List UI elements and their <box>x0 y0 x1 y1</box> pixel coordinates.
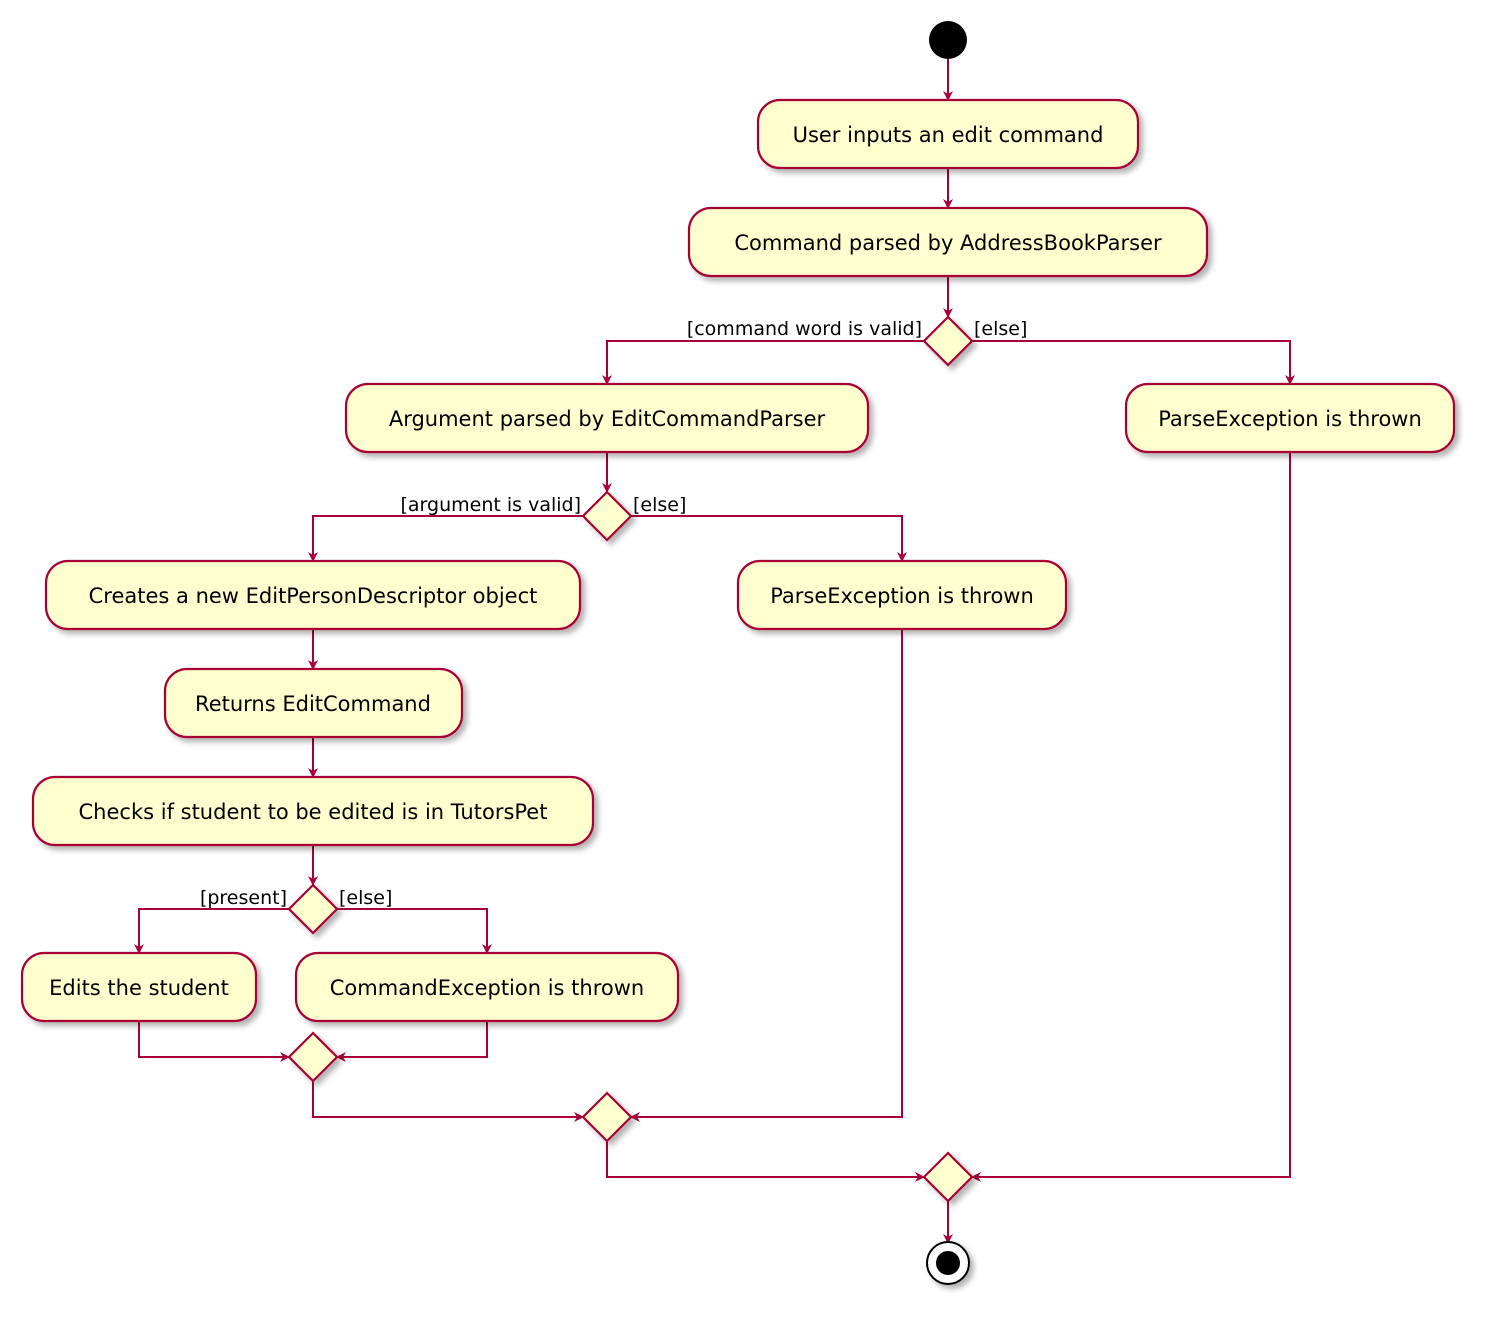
decision-argument <box>581 490 633 542</box>
end-node <box>926 1241 970 1285</box>
guard-label: [command word is valid] <box>687 318 922 340</box>
merge-node-1 <box>287 1031 339 1083</box>
activity-parse-exception-2: ParseException is thrown <box>736 559 1068 631</box>
guard-label: [else] <box>339 887 392 909</box>
activity-label: Edits the student <box>49 976 229 1000</box>
merge-node-2 <box>581 1091 633 1143</box>
activity-creates-descriptor: Creates a new EditPersonDescriptor objec… <box>44 559 582 631</box>
decision-present <box>287 883 339 935</box>
activity-argument-parsed: Argument parsed by EditCommandParser <box>344 382 870 454</box>
merge-node-3 <box>922 1151 974 1203</box>
activity-diagram: User inputs an edit command Command pars… <box>20 21 1456 1285</box>
activity-label: User inputs an edit command <box>793 123 1104 147</box>
guard-label: [argument is valid] <box>401 494 582 516</box>
activity-returns-command: Returns EditCommand <box>163 667 464 739</box>
activity-label: ParseException is thrown <box>770 584 1034 608</box>
decision-command-word <box>922 315 974 367</box>
activity-edits-student: Edits the student <box>20 951 258 1023</box>
activity-label: Creates a new EditPersonDescriptor objec… <box>89 584 538 608</box>
activity-label: Returns EditCommand <box>195 692 431 716</box>
activity-label: Command parsed by AddressBookParser <box>734 231 1162 255</box>
guard-label: [present] <box>200 887 287 909</box>
activity-label: CommandException is thrown <box>330 976 644 1000</box>
activity-command-exception: CommandException is thrown <box>294 951 680 1023</box>
activity-command-parsed: Command parsed by AddressBookParser <box>687 206 1209 278</box>
activity-label: Argument parsed by EditCommandParser <box>389 407 826 431</box>
activity-label: Checks if student to be edited is in Tut… <box>79 800 548 824</box>
activity-user-input: User inputs an edit command <box>756 98 1140 170</box>
activity-parse-exception-1: ParseException is thrown <box>1124 382 1456 454</box>
start-node <box>929 21 967 59</box>
guard-label: [else] <box>974 318 1027 340</box>
activity-label: ParseException is thrown <box>1158 407 1422 431</box>
guard-label: [else] <box>633 494 686 516</box>
activity-checks-student: Checks if student to be edited is in Tut… <box>31 775 595 847</box>
